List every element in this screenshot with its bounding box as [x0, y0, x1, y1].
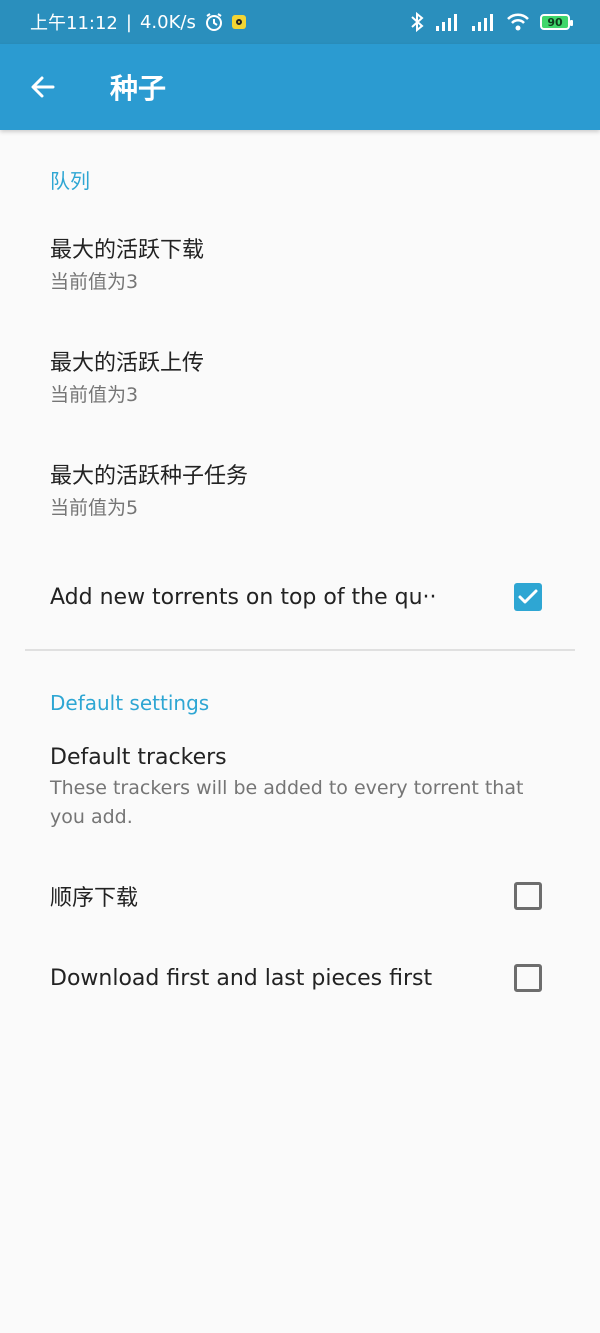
pref-summary: 当前值为3: [50, 384, 139, 406]
app-notification-icon: [231, 15, 246, 29]
pref-max-active-uploads[interactable]: 最大的活跃上传 当前值为3: [0, 345, 600, 410]
section-header-default-settings: Default settings: [50, 691, 210, 715]
add-on-top-checkbox[interactable]: [514, 583, 542, 611]
signal-hd-icon-2: [470, 12, 496, 32]
status-time: 上午11:12: [30, 13, 118, 34]
alarm-icon: [204, 12, 224, 32]
pref-summary: 当前值为3: [50, 271, 139, 293]
pref-title: 最大的活跃种子任务: [50, 464, 249, 489]
pref-add-on-top[interactable]: Add new torrents on top of the qu··: [0, 567, 600, 627]
pref-title: Default trackers: [50, 745, 227, 770]
sequential-download-checkbox[interactable]: [514, 882, 542, 910]
page-title: 种子: [110, 72, 167, 105]
status-left: 上午11:12 | 4.0K/s: [30, 9, 246, 35]
first-last-pieces-checkbox[interactable]: [514, 964, 542, 992]
status-speed: 4.0K/s: [139, 11, 196, 33]
bluetooth-icon: [410, 11, 424, 33]
wifi-icon: [506, 12, 530, 32]
pref-summary: 当前值为5: [50, 497, 139, 519]
pref-title: 顺序下载: [50, 886, 139, 911]
signal-hd-icon-1: [434, 12, 460, 32]
pref-summary: These trackers will be added to every to…: [50, 777, 524, 828]
pref-default-trackers[interactable]: Default trackers These trackers will be …: [0, 745, 600, 832]
pref-title: 最大的活跃上传: [50, 351, 205, 376]
section-header-queue: 队列: [50, 169, 90, 193]
status-separator: |: [125, 11, 132, 33]
pref-title: Add new torrents on top of the qu··: [50, 584, 437, 610]
pref-first-last-pieces[interactable]: Download first and last pieces first: [0, 948, 600, 1008]
pref-max-active-torrents[interactable]: 最大的活跃种子任务 当前值为5: [0, 458, 600, 523]
battery-level: 90: [547, 15, 563, 29]
pref-max-active-downloads[interactable]: 最大的活跃下载 当前值为3: [0, 232, 600, 297]
arrow-left-icon: [31, 76, 55, 98]
pref-sequential-download[interactable]: 顺序下载: [0, 866, 600, 926]
battery-icon: 90: [540, 14, 573, 30]
settings-list: 队列 最大的活跃下载 当前值为3 最大的活跃上传 当前值为3 最大的活跃种子任务…: [0, 130, 600, 1008]
pref-title: Download first and last pieces first: [50, 965, 433, 991]
status-right: 90: [410, 11, 573, 33]
pref-title: 最大的活跃下载: [50, 238, 205, 263]
back-button[interactable]: [0, 44, 86, 130]
app-bar: 种子: [0, 44, 600, 130]
check-icon: [518, 589, 538, 604]
status-bar: 上午11:12 | 4.0K/s 90: [0, 0, 600, 44]
